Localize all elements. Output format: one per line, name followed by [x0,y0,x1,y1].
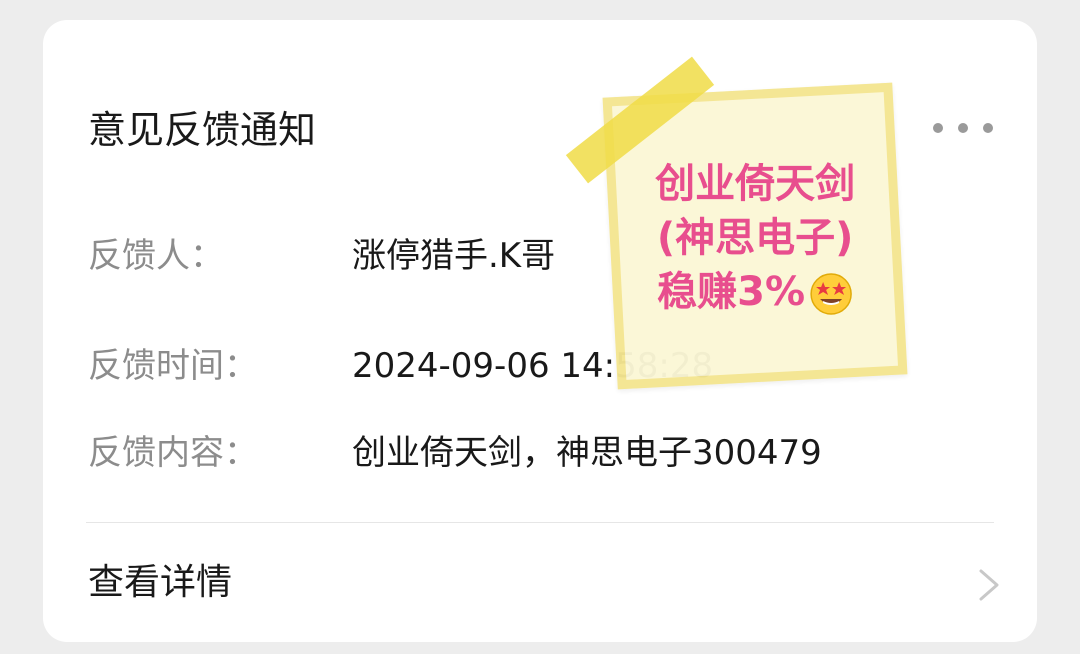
view-details-label: 查看详情 [88,562,233,603]
feedback-content-label: 反馈内容： [88,433,258,473]
sticky-note-line3-wrap: 稳赚3% [619,265,891,319]
dot [983,123,993,133]
more-options-icon[interactable] [933,116,993,140]
feedback-user-value: 涨停猎手.K哥 [352,236,556,276]
dot [933,123,943,133]
chevron-right-icon [979,569,999,601]
feedback-time-label: 反馈时间： [88,346,258,386]
dot [958,123,968,133]
sticky-note-line3: 稳赚3% [657,268,806,315]
sticky-note-line2: (神思电子) [656,214,854,261]
sticky-note-text: 创业倚天剑 (神思电子) 稳赚3% [619,157,891,319]
star-struck-emoji-icon [810,273,852,315]
view-details-link[interactable]: 查看详情 [43,523,1037,642]
feedback-content-value: 创业倚天剑，神思电子300479 [352,433,822,473]
feedback-content-row: 反馈内容： 创业倚天剑，神思电子300479 [88,429,988,477]
feedback-user-label: 反馈人： [88,236,224,276]
sticky-note-line1: 创业倚天剑 [655,160,856,207]
card-title: 意见反馈通知 [88,108,317,152]
